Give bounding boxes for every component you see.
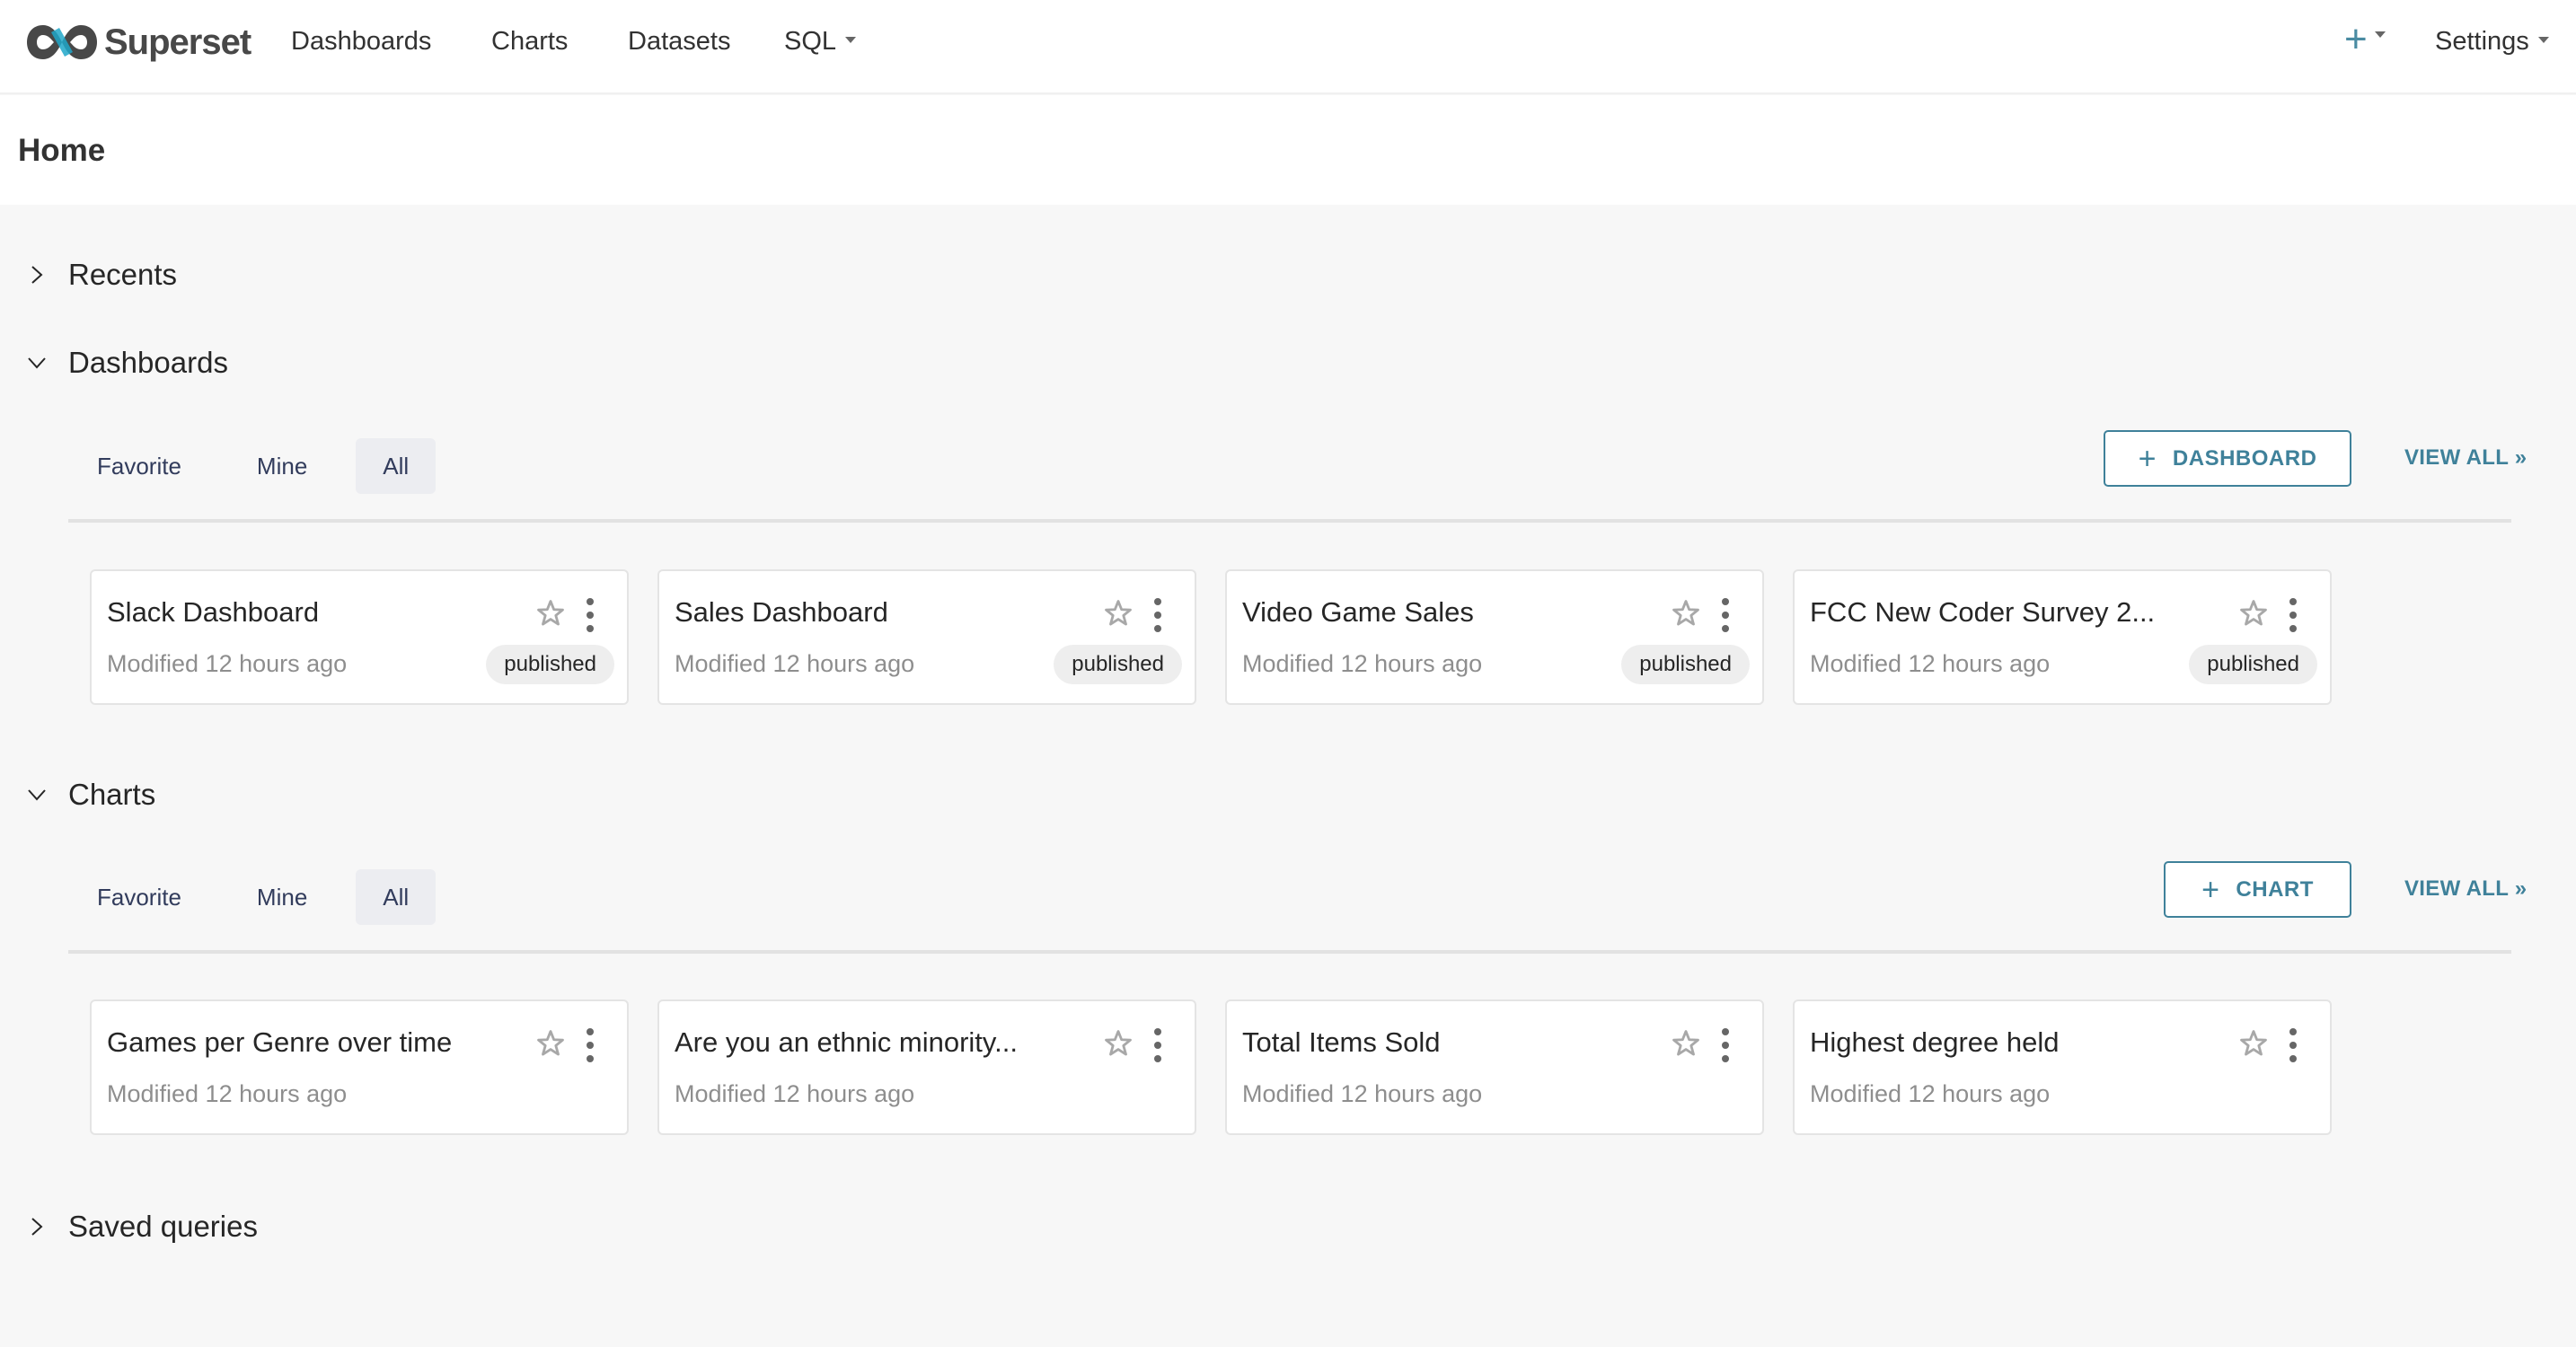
charts-filter-tabs: Favorite Mine All [68,869,446,925]
card-modified: Modified 12 hours ago [107,1080,348,1107]
tab-mine[interactable]: Mine [257,438,307,494]
brand-name: Superset [104,22,251,62]
more-vertical-icon[interactable] [1719,596,1732,634]
add-dashboard-button[interactable]: + DASHBOARD [2104,430,2351,487]
star-icon[interactable] [1671,1028,1701,1059]
card-modified: Modified 12 hours ago [107,650,348,677]
chevron-right-icon [31,266,43,284]
star-icon[interactable] [535,598,566,629]
card-title[interactable]: Slack Dashboard [107,596,319,629]
section-dashboards-label: Dashboards [68,346,228,379]
star-icon[interactable] [2238,598,2269,629]
dashboards-filter-tabs: Favorite Mine All [68,438,446,494]
card-title[interactable]: Sales Dashboard [675,596,888,629]
superset-logo-icon [27,25,97,59]
chevron-right-icon [31,1218,43,1236]
status-badge: published [486,645,614,684]
card-title[interactable]: Games per Genre over time [107,1026,452,1059]
more-vertical-icon[interactable] [1151,1026,1164,1064]
section-recents-label: Recents [68,258,178,291]
card-title[interactable]: Total Items Sold [1242,1026,1441,1059]
chart-card[interactable]: Highest degree held Modified 12 hours ag… [1793,999,2332,1135]
tab-all[interactable]: All [356,869,437,925]
more-vertical-icon[interactable] [1719,1026,1732,1064]
settings-menu[interactable]: Settings [2435,27,2549,57]
status-badge: published [1054,645,1182,684]
tab-favorite[interactable]: Favorite [97,869,181,925]
card-modified: Modified 12 hours ago [675,1080,915,1107]
add-dashboard-label: DASHBOARD [2172,445,2317,471]
section-dashboards-toggle[interactable]: Dashboards [27,346,228,380]
more-vertical-icon[interactable] [2287,596,2299,634]
plus-icon: + [2344,17,2368,61]
add-chart-button[interactable]: + CHART [2164,861,2351,918]
status-badge: published [2189,645,2317,684]
nav-sql[interactable]: SQL [784,27,857,57]
new-menu-button[interactable]: + [2344,20,2386,59]
section-recents-toggle[interactable]: Recents [27,258,177,292]
star-icon[interactable] [1103,598,1134,629]
section-saved-queries-toggle[interactable]: Saved queries [27,1210,258,1244]
card-modified: Modified 12 hours ago [1810,1080,2051,1107]
caret-down-icon [2537,36,2549,43]
dashboards-divider [68,519,2511,523]
top-navbar: Superset Dashboards Charts Datasets SQL … [0,0,2576,94]
charts-divider [68,950,2511,954]
dashboard-card[interactable]: Sales Dashboard Modified 12 hours ago pu… [657,569,1196,705]
tab-mine[interactable]: Mine [257,869,307,925]
section-charts-label: Charts [68,778,156,811]
tab-all[interactable]: All [356,438,437,494]
chart-card[interactable]: Are you an ethnic minority... Modified 1… [657,999,1196,1135]
page-header: Home [0,95,2576,205]
star-icon[interactable] [535,1028,566,1059]
star-icon[interactable] [2238,1028,2269,1059]
nav-charts[interactable]: Charts [491,27,568,57]
section-charts-toggle[interactable]: Charts [27,778,155,812]
chevron-down-icon [28,789,46,801]
caret-down-icon [845,36,857,43]
dashboard-card[interactable]: Slack Dashboard Modified 12 hours ago pu… [90,569,629,705]
nav-datasets[interactable]: Datasets [628,27,730,57]
more-vertical-icon[interactable] [584,1026,596,1064]
dashboard-card[interactable]: Video Game Sales Modified 12 hours ago p… [1225,569,1764,705]
settings-label: Settings [2435,27,2529,56]
nav-dashboards[interactable]: Dashboards [291,27,431,57]
chevron-down-icon [28,357,46,369]
charts-view-all-link[interactable]: VIEW ALL » [2404,876,2527,902]
star-icon[interactable] [1671,598,1701,629]
section-saved-queries-label: Saved queries [68,1210,258,1243]
nav-sql-label: SQL [784,27,837,56]
more-vertical-icon[interactable] [2287,1026,2299,1064]
more-vertical-icon[interactable] [1151,596,1164,634]
card-title[interactable]: Video Game Sales [1242,596,1474,629]
add-chart-label: CHART [2236,876,2314,902]
tab-favorite[interactable]: Favorite [97,438,181,494]
more-vertical-icon[interactable] [584,596,596,634]
chart-card[interactable]: Total Items Sold Modified 12 hours ago [1225,999,1764,1135]
star-icon[interactable] [1103,1028,1134,1059]
page-title: Home [18,133,106,168]
plus-icon: + [2201,872,2220,907]
card-title[interactable]: Highest degree held [1810,1026,2059,1059]
caret-down-icon [2374,31,2386,38]
card-title[interactable]: FCC New Coder Survey 2... [1810,596,2155,629]
chart-card[interactable]: Games per Genre over time Modified 12 ho… [90,999,629,1135]
plus-icon: + [2138,441,2157,476]
superset-logo[interactable]: Superset [23,20,251,65]
card-modified: Modified 12 hours ago [1242,1080,1483,1107]
card-modified: Modified 12 hours ago [1242,650,1483,677]
dashboards-view-all-link[interactable]: VIEW ALL » [2404,445,2527,471]
status-badge: published [1621,645,1750,684]
card-modified: Modified 12 hours ago [675,650,915,677]
card-title[interactable]: Are you an ethnic minority... [675,1026,1018,1059]
card-modified: Modified 12 hours ago [1810,650,2051,677]
dashboard-card[interactable]: FCC New Coder Survey 2... Modified 12 ho… [1793,569,2332,705]
